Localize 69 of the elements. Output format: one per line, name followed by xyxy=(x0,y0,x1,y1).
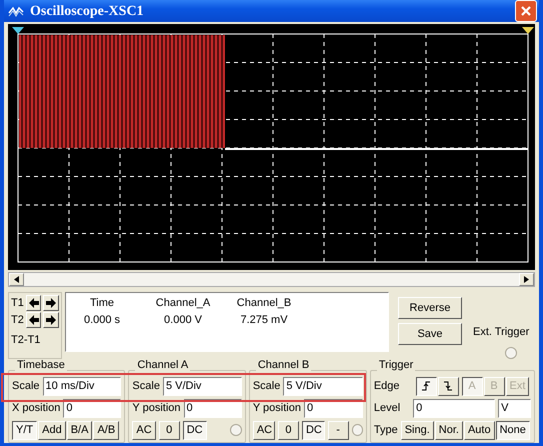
mode-button[interactable]: Add xyxy=(38,420,66,440)
type-button[interactable]: Auto xyxy=(464,420,495,440)
scale-field[interactable]: 10 ms/Div xyxy=(42,376,122,396)
cursor-label: T2 xyxy=(11,312,24,328)
arrow-left-icon xyxy=(28,298,39,308)
group-title: Channel B xyxy=(256,358,312,370)
coupling-button[interactable]: AC xyxy=(132,420,156,440)
level-field[interactable]: 0 xyxy=(413,398,496,418)
readout-heading: Channel_B xyxy=(236,296,292,311)
level-label: Level xyxy=(374,400,400,416)
scale-label: Scale xyxy=(132,378,160,394)
mode-button[interactable]: Y/T xyxy=(12,420,38,440)
cursor-step-button[interactable] xyxy=(26,295,42,311)
coupling-button[interactable]: 0 xyxy=(158,420,180,440)
position-label: Y position xyxy=(252,400,301,416)
cursor-step-button[interactable] xyxy=(26,312,42,328)
edge-label: Edge xyxy=(374,378,400,394)
action-button[interactable]: Reverse xyxy=(398,297,462,319)
scale-label: Scale xyxy=(252,378,280,394)
scrollbar[interactable] xyxy=(8,272,535,287)
group-title: Channel A xyxy=(135,358,190,370)
rising-edge-icon xyxy=(421,380,432,391)
coupling-button[interactable]: DC xyxy=(302,420,325,440)
readout-heading: Time xyxy=(90,296,114,311)
cursor-marker-icon[interactable] xyxy=(522,27,534,34)
readout-value: 7.275 mV xyxy=(240,312,288,328)
close-icon xyxy=(520,5,532,17)
coupling-button[interactable]: 0 xyxy=(278,420,299,440)
window-title: Oscilloscope-XSC1 xyxy=(30,2,145,20)
cursor-label: T1 xyxy=(11,296,24,311)
cursor-marker-icon[interactable] xyxy=(12,27,24,34)
edge-button[interactable] xyxy=(416,376,437,396)
type-button[interactable]: Sing. xyxy=(400,420,434,440)
scale-field[interactable]: 5 V/Div xyxy=(283,376,363,396)
channel-radio[interactable] xyxy=(352,424,363,436)
cursor-step-button[interactable] xyxy=(43,312,59,328)
close-button[interactable] xyxy=(515,0,537,22)
channel-radio[interactable] xyxy=(230,424,242,436)
type-button[interactable]: Nor. xyxy=(434,420,463,440)
scale-field[interactable]: 5 V/Div xyxy=(162,376,242,396)
type-button[interactable]: None xyxy=(496,420,530,440)
readout-value: 0.000 s xyxy=(84,312,120,328)
position-field[interactable]: 0 xyxy=(184,398,242,418)
group-title: Trigger xyxy=(376,358,416,370)
coupling-button[interactable]: - xyxy=(328,420,349,440)
position-label: Y position xyxy=(132,400,181,416)
ext-trigger-radio[interactable] xyxy=(505,346,518,358)
readout-heading: Channel_A xyxy=(156,296,210,311)
action-button[interactable]: Save xyxy=(398,323,462,345)
scope-app-icon xyxy=(8,5,24,17)
arrow-left-icon xyxy=(28,315,39,325)
coupling-button[interactable]: AC xyxy=(252,420,275,440)
scale-label: Scale xyxy=(12,378,40,394)
arrow-right-icon xyxy=(46,315,56,325)
falling-edge-icon xyxy=(443,380,454,391)
scroll-left-icon xyxy=(14,276,19,283)
arrow-right-icon xyxy=(46,298,56,308)
mode-button[interactable]: A/B xyxy=(93,420,120,440)
unit-field[interactable]: V xyxy=(498,398,531,418)
position-label: X position xyxy=(12,400,60,416)
scroll-right-icon xyxy=(524,276,529,283)
ext-trigger-label: Ext. Trigger xyxy=(473,325,530,340)
type-label: Type xyxy=(374,422,398,438)
cursor-label: T2-T1 xyxy=(11,332,40,348)
mode-button[interactable]: B/A xyxy=(66,420,92,440)
coupling-button[interactable]: DC xyxy=(182,420,207,440)
cursor-step-button[interactable] xyxy=(43,295,59,311)
group-title: Timebase xyxy=(15,358,67,370)
readout-value: 0.000 V xyxy=(164,312,202,328)
